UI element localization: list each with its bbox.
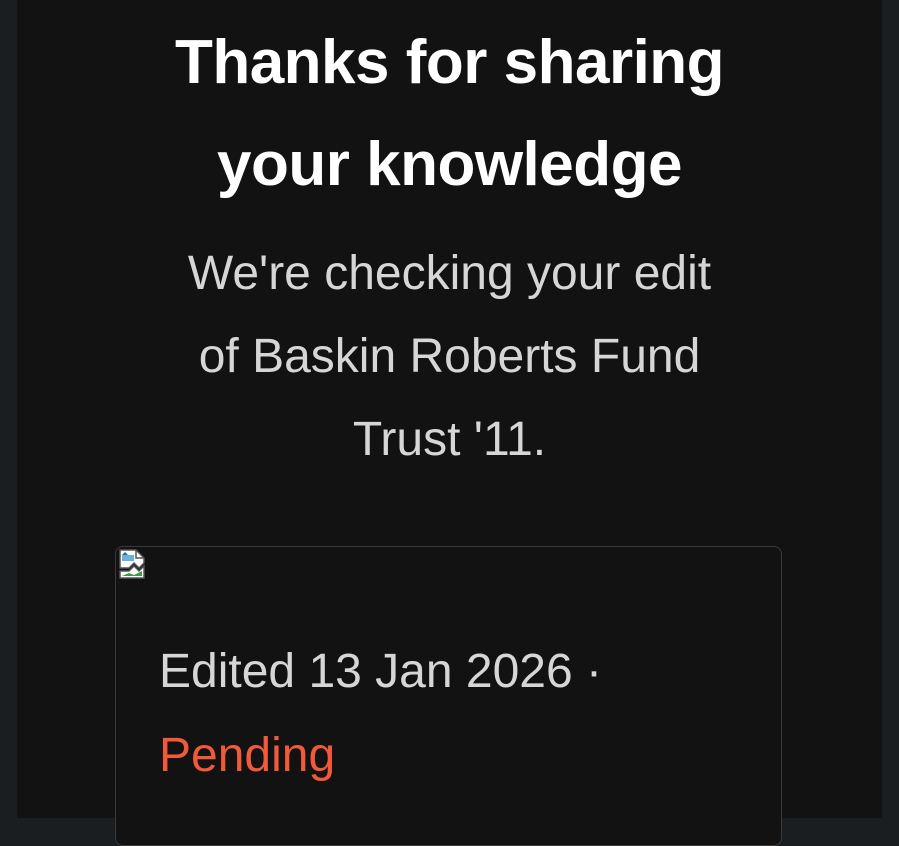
page-title: Thanks for sharing your knowledge <box>0 12 899 216</box>
message-line-3: Trust '11. <box>352 413 547 466</box>
status-badge: Pending <box>159 729 336 782</box>
broken-image-icon <box>117 547 151 581</box>
message-line-2: of Baskin Roberts Fund <box>198 330 701 383</box>
message-line-1: We're checking your edit <box>187 247 712 300</box>
confirmation-message: We're checking your edit of Baskin Rober… <box>0 232 899 481</box>
screen: Thanks for sharing your knowledge We're … <box>0 0 899 846</box>
edit-meta: Edited 13 Jan 2026 · Pending <box>159 630 602 798</box>
title-line-1: Thanks for sharing <box>174 28 725 97</box>
title-line-2: your knowledge <box>217 130 682 199</box>
edited-date: Edited 13 Jan 2026 · <box>159 645 602 698</box>
